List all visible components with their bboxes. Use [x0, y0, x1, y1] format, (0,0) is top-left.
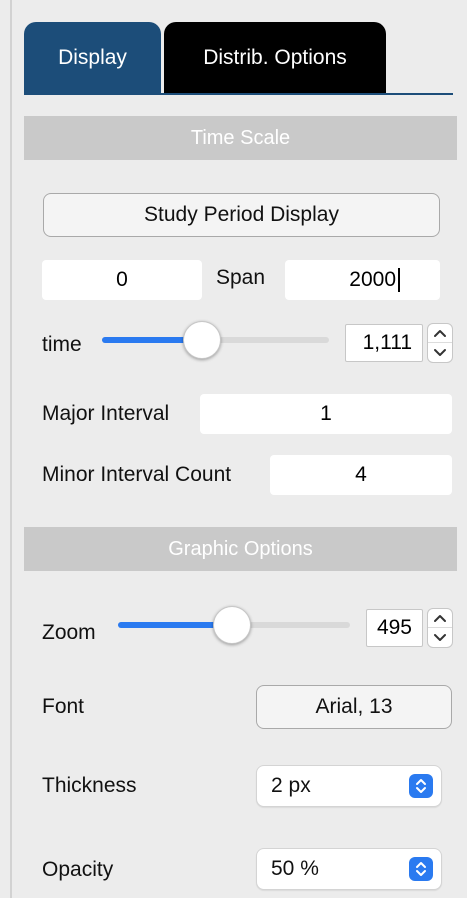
- opacity-label: Opacity: [42, 858, 114, 881]
- zoom-slider-thumb[interactable]: [212, 606, 251, 644]
- study-period-display-button[interactable]: Study Period Display: [43, 193, 440, 237]
- opacity-select[interactable]: 50 %: [256, 848, 442, 890]
- text-caret: [398, 268, 400, 292]
- zoom-value-field[interactable]: 495: [366, 609, 423, 647]
- major-interval-field[interactable]: 1: [200, 394, 452, 434]
- time-scale-header: Time Scale: [24, 116, 457, 160]
- time-value-field[interactable]: 1,111: [345, 324, 423, 362]
- thickness-value: 2 px: [271, 774, 311, 797]
- opacity-value: 50 %: [271, 857, 319, 880]
- font-label: Font: [42, 695, 85, 718]
- panel-divider: [10, 0, 12, 898]
- chevron-down-icon[interactable]: [428, 343, 452, 362]
- span-value: 2000: [349, 268, 396, 291]
- chevron-up-icon[interactable]: [428, 609, 452, 628]
- thickness-select[interactable]: 2 px: [256, 765, 442, 807]
- tab-underline: [24, 93, 453, 95]
- start-field[interactable]: 0: [42, 260, 202, 300]
- span-field[interactable]: 2000: [285, 260, 440, 300]
- thickness-label: Thickness: [42, 774, 137, 797]
- tab-display[interactable]: Display: [24, 22, 161, 94]
- chevron-down-icon[interactable]: [428, 628, 452, 647]
- time-slider-thumb[interactable]: [182, 321, 221, 359]
- chevron-up-down-icon: [409, 774, 433, 798]
- major-interval-label: Major Interval: [42, 402, 170, 425]
- time-stepper[interactable]: [427, 323, 453, 363]
- zoom-stepper[interactable]: [427, 608, 453, 648]
- font-button[interactable]: Arial, 13: [256, 685, 452, 729]
- time-label: time: [42, 333, 82, 356]
- span-label: Span: [216, 266, 266, 289]
- chevron-up-icon[interactable]: [428, 324, 452, 343]
- options-panel: Display Distrib. Options Time Scale Stud…: [0, 0, 467, 898]
- zoom-label: Zoom: [42, 621, 96, 644]
- minor-interval-count-field[interactable]: 4: [270, 455, 452, 495]
- minor-interval-count-label: Minor Interval Count: [42, 463, 232, 486]
- tab-distrib-options[interactable]: Distrib. Options: [164, 22, 386, 94]
- chevron-up-down-icon: [409, 857, 433, 881]
- graphic-options-header: Graphic Options: [24, 527, 457, 571]
